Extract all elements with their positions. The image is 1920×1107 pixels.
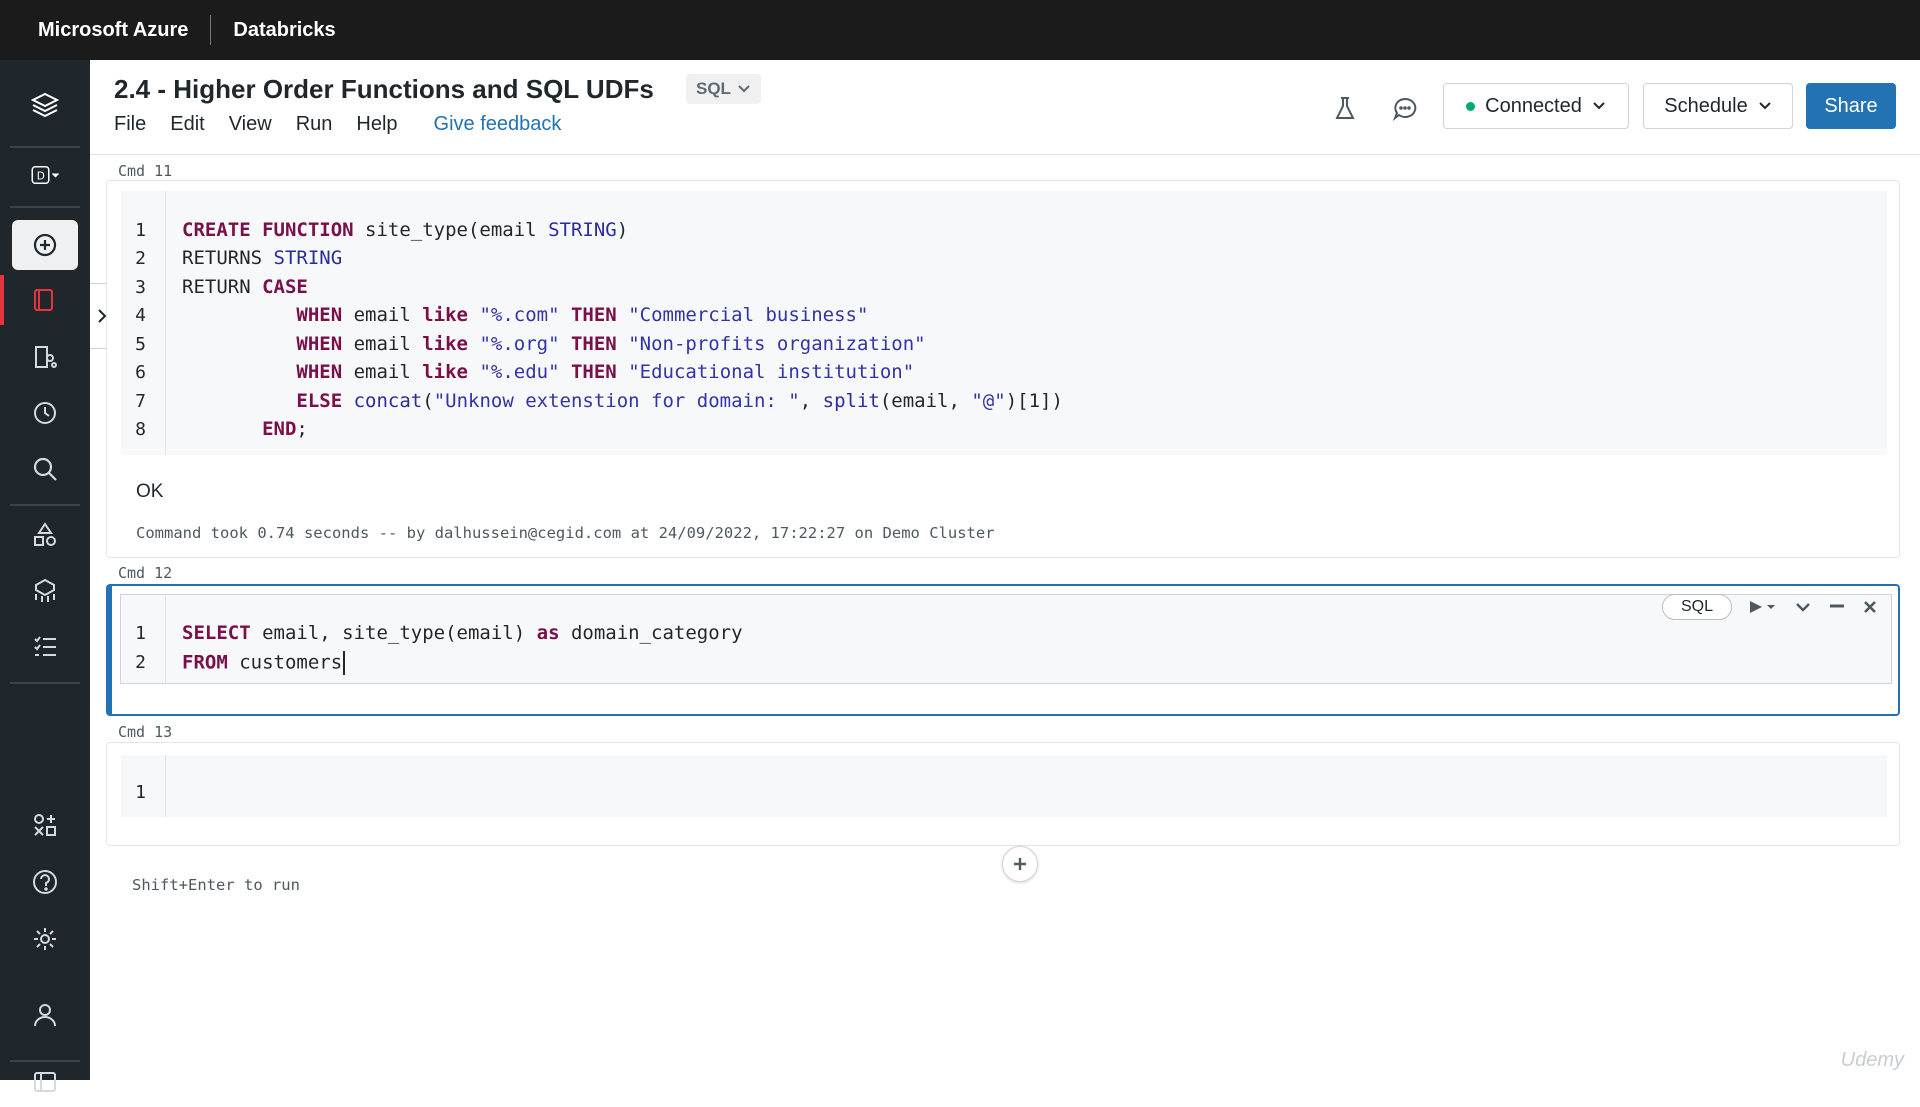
- line-number: 1: [135, 782, 146, 803]
- partner-connect-icon[interactable]: [12, 800, 78, 850]
- chevron-down-icon: [738, 85, 750, 93]
- menu-file[interactable]: File: [114, 113, 146, 136]
- line-number: 1: [135, 623, 146, 644]
- cell-output: OK: [136, 481, 164, 502]
- udemy-watermark: Udemy: [1840, 1049, 1904, 1071]
- code-editor[interactable]: [121, 755, 1887, 817]
- sidebar-divider: [10, 682, 80, 684]
- workspace-switcher-icon[interactable]: D: [12, 150, 78, 200]
- help-icon[interactable]: [12, 857, 78, 907]
- notebook-menu: File Edit View Run Help Give feedback: [114, 113, 561, 136]
- connected-status-dot: [1466, 101, 1476, 111]
- sidebar-divider: [10, 146, 80, 148]
- code-line-1: CREATE FUNCTION site_type(email STRING): [182, 219, 629, 241]
- chevron-down-icon: [1593, 102, 1605, 110]
- code-line-2: FROM customers: [182, 651, 346, 675]
- menu-help[interactable]: Help: [356, 113, 397, 136]
- compute-icon[interactable]: [12, 566, 78, 616]
- text-cursor: [343, 651, 346, 675]
- cell-label: Cmd 11: [118, 162, 173, 180]
- azure-brand[interactable]: Microsoft Azure: [0, 19, 188, 42]
- databricks-logo-icon[interactable]: [12, 80, 78, 130]
- menu-edit[interactable]: Edit: [170, 113, 204, 136]
- line-number: 8: [135, 419, 146, 440]
- line-number: 4: [135, 305, 146, 326]
- menu-run[interactable]: Run: [296, 113, 333, 136]
- code-line-8: END;: [262, 418, 308, 440]
- chevron-down-icon[interactable]: [1794, 600, 1812, 614]
- close-icon[interactable]: [1862, 599, 1878, 615]
- line-number: 7: [135, 391, 146, 412]
- search-icon[interactable]: [12, 444, 78, 494]
- experiment-icon[interactable]: [1328, 92, 1362, 126]
- cell-language-badge[interactable]: SQL: [1661, 594, 1732, 620]
- header-divider: [90, 154, 1920, 155]
- menu-view[interactable]: View: [229, 113, 272, 136]
- code-line-6: WHEN email like "%.edu" THEN "Educationa…: [296, 361, 915, 383]
- run-hint: Shift+Enter to run: [132, 876, 300, 894]
- minimize-cell-icon[interactable]: [1828, 600, 1846, 614]
- plus-icon: [1014, 858, 1026, 870]
- line-number: 2: [135, 652, 146, 673]
- data-icon[interactable]: [12, 510, 78, 560]
- cluster-connection-button[interactable]: Connected: [1443, 83, 1629, 129]
- line-number: 3: [135, 277, 146, 298]
- share-button[interactable]: Share: [1806, 83, 1896, 129]
- svg-text:D: D: [37, 171, 45, 183]
- databricks-product[interactable]: Databricks: [233, 19, 335, 42]
- sidebar-divider: [10, 504, 80, 506]
- brand-separator: [210, 15, 212, 45]
- repos-icon[interactable]: [12, 332, 78, 382]
- command-took-text: Command took 0.74 seconds -- by dalhusse…: [136, 524, 995, 542]
- code-line-3: RETURN CASE: [182, 276, 308, 298]
- notebook-language-selector[interactable]: SQL: [686, 74, 761, 104]
- workspace-icon[interactable]: [0, 275, 82, 325]
- sidebar-divider: [10, 206, 80, 208]
- notebook-cell-13[interactable]: [106, 742, 1900, 846]
- language-label: SQL: [696, 79, 731, 98]
- top-bar: Microsoft Azure Databricks: [0, 0, 1920, 60]
- line-number: 5: [135, 334, 146, 355]
- chevron-down-icon: [1758, 102, 1771, 110]
- connected-label: Connected: [1485, 94, 1582, 117]
- cell-toolbar: SQL: [1661, 594, 1878, 620]
- settings-icon[interactable]: [12, 914, 78, 964]
- code-line-4: WHEN email like "%.com" THEN "Commercial…: [296, 304, 869, 326]
- workflows-icon[interactable]: [12, 622, 78, 672]
- create-icon[interactable]: [12, 220, 78, 270]
- sidebar-toggle-icon[interactable]: [12, 1057, 78, 1107]
- code-line-1: SELECT email, site_type(email) as domain…: [182, 622, 743, 644]
- run-cell-icon[interactable]: [1748, 599, 1778, 615]
- line-number: 2: [135, 248, 146, 269]
- recents-icon[interactable]: [12, 388, 78, 438]
- notebook-title[interactable]: 2.4 - Higher Order Functions and SQL UDF…: [114, 74, 654, 105]
- line-number: 6: [135, 362, 146, 383]
- add-cell-button[interactable]: [1002, 846, 1038, 882]
- cell-label: Cmd 12: [118, 564, 173, 582]
- code-line-2: RETURNS STRING: [182, 247, 343, 269]
- schedule-label: Schedule: [1664, 94, 1748, 117]
- code-line-7: ELSE concat("Unknow extenstion for domai…: [296, 390, 1063, 412]
- left-sidebar: D: [0, 60, 90, 1092]
- line-number: 1: [135, 220, 146, 241]
- code-line-5: WHEN email like "%.org" THEN "Non-profit…: [296, 333, 926, 355]
- cell-label: Cmd 13: [118, 723, 173, 741]
- notebook-cell-12[interactable]: SQL: [106, 584, 1900, 716]
- comments-icon[interactable]: [1388, 92, 1422, 126]
- schedule-button[interactable]: Schedule: [1643, 83, 1793, 129]
- user-icon[interactable]: [12, 990, 78, 1040]
- give-feedback-link[interactable]: Give feedback: [434, 113, 562, 136]
